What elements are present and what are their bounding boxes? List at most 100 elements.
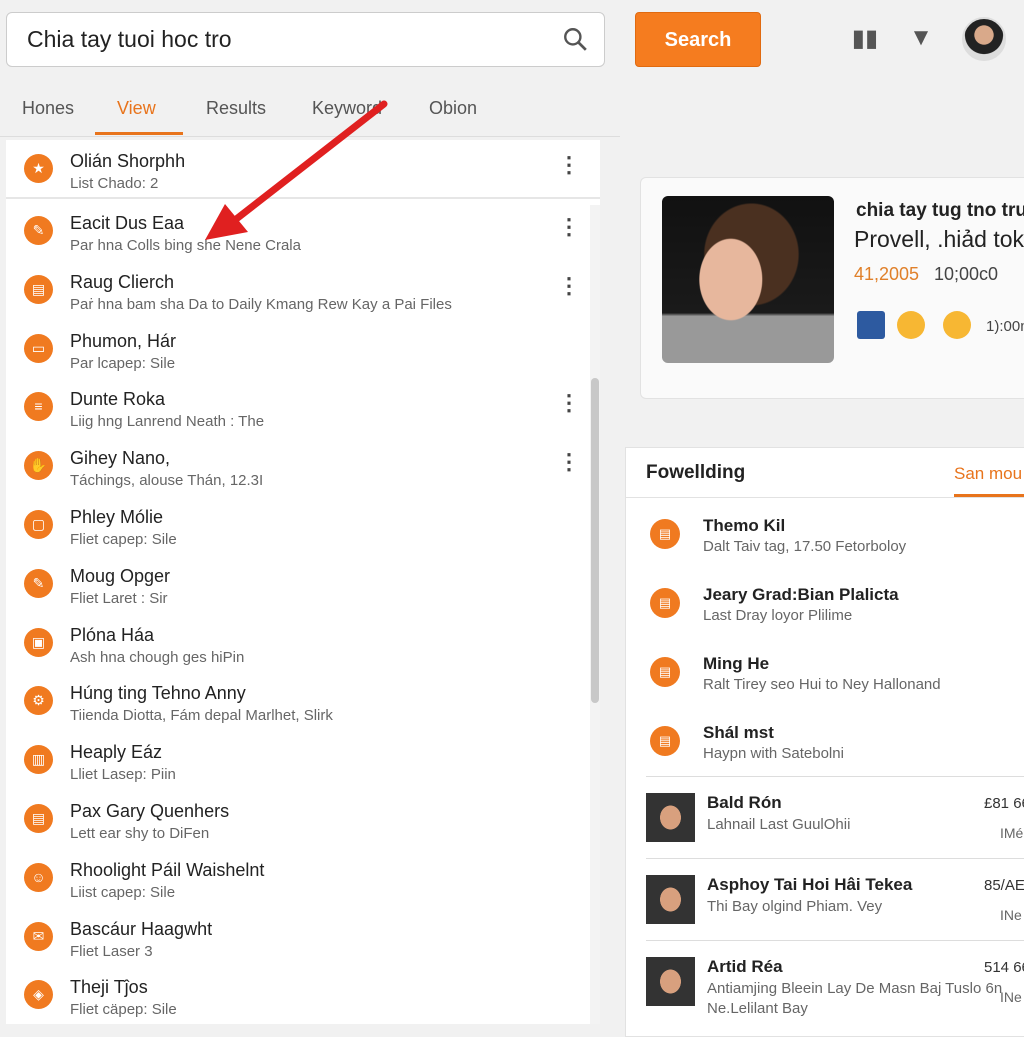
person-value: 85/AE: [984, 877, 1024, 894]
tab-keyword[interactable]: Keyword: [312, 98, 382, 119]
list-item[interactable]: ▥ Heaply Eáz Lliet Lasep: Piin: [6, 731, 600, 790]
item-subtitle: Táchings, alouse Thán, 12.3I: [70, 472, 264, 490]
item-title: Rhoolight Páil Waishelnt: [70, 859, 265, 880]
search-icon[interactable]: [562, 26, 588, 52]
featured-card[interactable]: chia tay tug tno tru Provell, .hiảd tok …: [640, 177, 1024, 399]
person-subtitle: Thi Bay olgind Phiam. Vey: [707, 898, 883, 915]
list-item[interactable]: ▭ Phumon, Hár Par lcapep: Sile: [6, 320, 600, 379]
item-subtitle: Lett ear shy to DiFen: [70, 825, 210, 842]
person-photo: [646, 957, 695, 1006]
star-icon: ★: [24, 154, 53, 183]
more-menu-icon[interactable]: ⋮: [558, 390, 580, 416]
card-time: 1):00m: [986, 318, 1024, 335]
folder-icon: ▤: [650, 657, 680, 687]
list-item[interactable]: ✎ Eacit Dus Eaa Par hna Colls bing she N…: [6, 202, 600, 261]
bag-icon: ◈: [24, 980, 53, 1010]
list-icon: ≡: [24, 392, 53, 422]
person-value: 514 66: [984, 959, 1024, 976]
item-title: Raug Clierch: [70, 271, 175, 292]
person-photo: [646, 793, 695, 842]
divider: [626, 497, 1024, 498]
more-menu-icon[interactable]: ⋮: [558, 273, 580, 299]
item-title: Theji Tĵos: [70, 977, 148, 998]
item-subtitle: Tiienda Diotta, Fám depal Marlhet, Slirk: [70, 707, 333, 725]
list-item[interactable]: ✉ Bascáur Haagwht Fliet Laser 3: [6, 908, 600, 967]
folder-icon: ▤: [650, 588, 680, 618]
tab-obion[interactable]: Obion: [429, 98, 477, 119]
card-title: chia tay tug tno tru: [856, 200, 1024, 221]
pencil-icon: ✎: [24, 568, 53, 598]
avatar[interactable]: [962, 17, 1006, 61]
folder-icon: ▤: [650, 519, 680, 549]
tab-bar: Hones View Results Keyword Obion: [0, 82, 620, 137]
following-tab[interactable]: San mou: [954, 464, 1022, 484]
item-subtitle: Liist capep: Sile: [70, 883, 176, 901]
person-name: Artid Réa: [707, 957, 783, 976]
more-menu-icon[interactable]: ⋮: [558, 214, 580, 240]
list-item[interactable]: ⚙ Húng ting Tehno Anny Tiienda Diotta, F…: [6, 672, 600, 731]
more-menu-icon[interactable]: ⋮: [558, 152, 580, 178]
person-row[interactable]: Asphoy Tai Hoi Hâi Tekea Thi Bay olgind …: [646, 858, 1024, 940]
item-title: Phley Mólie: [70, 507, 164, 527]
window-icon: ▭: [24, 333, 53, 363]
featured-photo: [662, 196, 834, 363]
list-item[interactable]: ▤ Raug Clierch Paṙ hna bam sha Da to Dai…: [6, 261, 600, 320]
item-title: Moug Opger: [70, 565, 171, 586]
sad-emoji-icon[interactable]: [943, 311, 971, 339]
list-item[interactable]: ◈ Theji Tĵos Fliet cäpep: Sile: [6, 966, 600, 1025]
tab-results[interactable]: Results: [206, 98, 266, 119]
following-subtitle: Last Dray loyor Plilime: [703, 607, 853, 624]
item-title: Phumon, Hár: [70, 330, 177, 351]
gear-icon: ⚙: [24, 686, 53, 716]
item-title: Heaply Eáz: [70, 742, 163, 763]
mail-icon: ✉: [24, 921, 53, 951]
item-subtitle: Fliet cäpep: Sile: [70, 1001, 177, 1019]
folder-icon: ▤: [24, 804, 53, 833]
people-icon: ☺: [24, 862, 53, 892]
item-subtitle: Par lcapep: Sile: [70, 354, 176, 372]
person-row[interactable]: Artid Réa Antiamjing Bleein Lay De Masn …: [646, 940, 1024, 1022]
item-subtitle: Liig hng Lanrend Neath : The: [70, 413, 265, 431]
hand-icon: ✋: [24, 451, 53, 481]
folder-icon: ▤: [650, 726, 680, 756]
item-subtitle: Paṙ hna bam sha Da to Daily Kmang Rew Ka…: [70, 295, 452, 313]
item-subtitle: List Chado: 2: [70, 175, 159, 192]
more-menu-icon[interactable]: ⋮: [558, 449, 580, 475]
list-item[interactable]: ≡ Dunte Roka Liig hng Lanrend Neath : Th…: [6, 378, 600, 437]
search-button[interactable]: Search: [635, 12, 761, 67]
following-panel: Fowellding San mou ▤ Themo Kil Dalt Taiv…: [625, 447, 1024, 1037]
list-item[interactable]: ▤ Pax Gary Quenhers Lett ear shy to DiFe…: [6, 790, 600, 849]
item-subtitle: Fliet Laret : Sir: [70, 589, 168, 607]
tab-view[interactable]: View: [117, 98, 156, 119]
item-title: Eacit Dus Eaa: [70, 213, 185, 233]
card-count: 41,2005: [854, 264, 920, 284]
item-title: Dunte Roka: [70, 389, 166, 410]
card-date: 10;00c0: [934, 264, 999, 284]
search-value: Chia tay tuoi hoc tro: [27, 26, 232, 52]
scrollbar-thumb[interactable]: [591, 378, 599, 703]
following-subtitle: Ralt Tirey seo Hui to Ney Hallonand: [703, 676, 941, 693]
list-item[interactable]: ✎ Moug Opger Fliet Laret : Sir: [6, 555, 600, 614]
item-subtitle: Par hna Colls bing she Nene Crala: [70, 237, 301, 254]
following-subtitle: Dalt Taiv tag, 17.50 Fetorboloy: [703, 538, 907, 555]
media-icon[interactable]: [857, 311, 885, 339]
list-item[interactable]: ☺ Rhoolight Páil Waishelnt Liist capep: …: [6, 849, 600, 908]
list-item[interactable]: ▣ Plóna Háa Ash hna chough ges hiPin: [6, 614, 600, 673]
chat-icon[interactable]: ▼: [906, 24, 936, 54]
following-subtitle: Haypn with Satebolni: [703, 745, 844, 762]
result-list: ★ Olián Shorphh List Chado: 2 ⋮ ✎ Eacit Du…: [6, 140, 600, 1024]
person-note: INe: [1000, 907, 1022, 923]
laugh-emoji-icon[interactable]: [897, 311, 925, 339]
active-tab-indicator: [95, 132, 183, 135]
equalizer-icon[interactable]: ▮▮: [850, 24, 880, 54]
person-photo: [646, 875, 695, 924]
list-item[interactable]: ★ Olián Shorphh List Chado: 2 ⋮: [6, 140, 600, 199]
list-item[interactable]: ▢ Phley Mólie Fliet capep: Sile: [6, 496, 600, 555]
list-item[interactable]: ✋ Gihey Nano, Táchings, alouse Thán, 12.…: [6, 437, 600, 496]
person-row[interactable]: Bald Rón Lahnail Last GuulOhii £81 66 IM…: [646, 776, 1024, 858]
tab-hones[interactable]: Hones: [22, 98, 74, 119]
item-subtitle: Ash hna chough ges hiPin: [70, 648, 245, 666]
item-title: Olián Shorphh: [70, 151, 186, 171]
search-input[interactable]: Chia tay tuoi hoc tro: [6, 12, 605, 67]
box-icon: ▢: [24, 510, 53, 539]
